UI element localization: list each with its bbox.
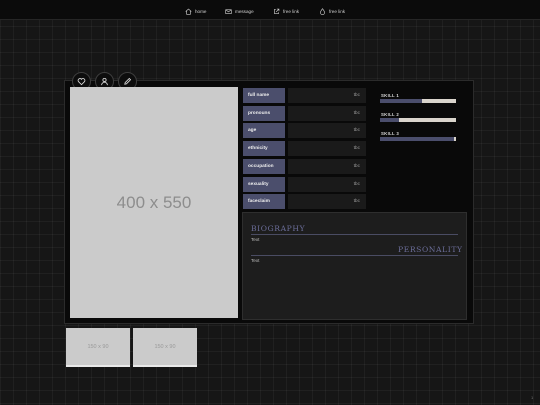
link-icon [274,8,280,14]
skill-1-label: SKILL 1 [381,93,400,98]
field-label: sexuality [243,177,285,192]
personality-text: Text [251,258,260,263]
field-row-sexuality: sexuality tbc [243,177,366,192]
thumbnail-image-1: 150 x 90 [66,328,130,367]
skill-3-label: SKILL 3 [381,131,400,136]
skill-1-fill [380,99,422,103]
field-label: pronouns [243,106,285,121]
skill-2-bar [380,118,456,122]
heart-icon [77,78,86,86]
thumbnail-image-2: 150 x 90 [133,328,197,367]
biography-title: BIOGRAPHY [251,224,306,233]
pencil-icon [124,77,132,85]
nav-message-label: message [235,8,254,14]
field-value: tbc [288,88,366,103]
field-row-occupation: occupation tbc [243,159,366,174]
field-value: tbc [288,177,366,192]
nav-free-link-1[interactable]: free link [273,6,299,16]
field-label: occupation [243,159,285,174]
thumbnail-1-size-label: 150 x 90 [87,343,109,350]
personality-title: PERSONALITY [398,245,463,254]
field-label: faceclaim [243,194,285,209]
field-label: age [243,123,285,138]
biography-text: Text [251,237,260,242]
field-label: ethnicity [243,141,285,156]
field-row-age: age tbc [243,123,366,138]
field-label: full name [243,88,285,103]
user-icon [101,77,108,86]
personality-divider [251,255,458,256]
field-value: tbc [288,106,366,121]
skill-3-bar [380,137,456,141]
main-image-placeholder: 400 x 550 [70,87,238,318]
field-row-ethnicity: ethnicity tbc [243,141,366,156]
home-icon [185,8,192,15]
thumbnail-2-size-label: 150 x 90 [154,343,176,350]
nav-home-label: home [195,8,207,14]
field-value: tbc [288,123,366,138]
field-value: tbc [288,159,366,174]
biography-divider [251,234,458,235]
field-row-full-name: full name tbc [243,88,366,103]
nav-free-link-2-label: free link [329,8,346,14]
nav-free-link-1-label: free link [283,8,300,14]
nav-free-link-2[interactable]: free link [319,6,345,16]
skill-3-fill [380,137,454,141]
nav-message-link[interactable]: message [225,6,254,16]
nav-home-link[interactable]: home [185,6,207,16]
drop-icon [320,7,325,15]
field-row-faceclaim: faceclaim tbc [243,194,366,209]
mail-icon [225,8,232,14]
skill-1-bar [380,99,456,103]
field-row-pronouns: pronouns tbc [243,106,366,121]
field-value: tbc [288,141,366,156]
skill-2-fill [380,118,399,122]
field-value: tbc [288,194,366,209]
top-nav-bar: home message free link free link [0,0,540,20]
corner-mark: 1 [531,395,534,400]
main-image-size-label: 400 x 550 [116,192,192,212]
skill-2-label: SKILL 2 [381,112,400,117]
